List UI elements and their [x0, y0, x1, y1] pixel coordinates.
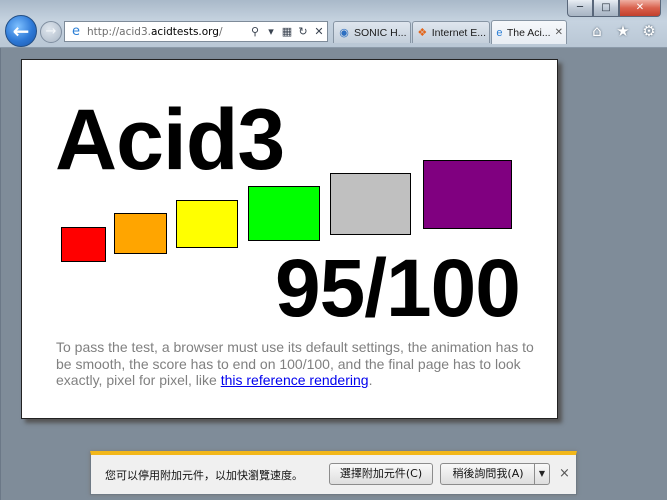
browser-viewport: Acid3 95/100 To pass the test, a browser… — [0, 48, 667, 500]
forward-arrow-icon: → — [45, 24, 57, 39]
home-icon[interactable]: ⌂ — [589, 22, 605, 40]
address-bar[interactable]: e http://acid3.acidtests.org/ ⚲ ▾ ▦ ↻ ✕ — [64, 21, 328, 42]
tab-sonic[interactable]: ◉ SONIC H... — [333, 21, 411, 43]
page-favicon-icon: e — [72, 23, 80, 39]
compatibility-view-icon[interactable]: ▦ — [281, 25, 293, 38]
command-icons: ⌂ ★ ⚙ — [589, 22, 657, 40]
score-display: 95/100 — [275, 243, 521, 334]
ie-logo-icon: e — [496, 26, 503, 39]
notification-dropdown-icon[interactable]: ▼ — [534, 463, 550, 485]
search-icon[interactable]: ⚲ — [249, 25, 261, 38]
minimize-button[interactable]: ─ — [567, 0, 593, 17]
dropdown-arrow-icon[interactable]: ▾ — [265, 25, 277, 38]
maximize-button[interactable]: □ — [593, 0, 619, 17]
window-caption-buttons: ─ □ ✕ — [567, 0, 661, 17]
page-title: Acid3 — [55, 92, 285, 188]
reference-rendering-link[interactable]: this reference rendering — [221, 372, 369, 388]
close-window-button[interactable]: ✕ — [619, 0, 661, 17]
acid3-page: Acid3 95/100 To pass the test, a browser… — [21, 59, 558, 419]
tab-acid3[interactable]: e The Aci... ✕ — [491, 20, 567, 44]
bucket-purple — [423, 160, 512, 229]
stop-icon[interactable]: ✕ — [313, 25, 325, 38]
ask-later-button[interactable]: 稍後詢問我(A) — [440, 463, 536, 485]
notification-bar: 您可以停用附加元件，以加快瀏覽速度。 選擇附加元件(C) 稍後詢問我(A) ▼ … — [90, 451, 577, 495]
bucket-orange — [114, 213, 167, 254]
bucket-yellow — [176, 200, 238, 248]
back-button[interactable]: ← — [5, 15, 37, 47]
forward-button[interactable]: → — [40, 21, 62, 43]
close-tab-icon[interactable]: ✕ — [555, 27, 563, 38]
notification-message: 您可以停用附加元件，以加快瀏覽速度。 — [105, 469, 303, 482]
tab-label: The Aci... — [506, 26, 551, 39]
address-url[interactable]: http://acid3.acidtests.org/ — [87, 26, 247, 38]
tab-internet-explorer[interactable]: ❖ Internet E... — [412, 21, 490, 43]
tools-gear-icon[interactable]: ⚙ — [641, 22, 657, 40]
choose-addons-button[interactable]: 選擇附加元件(C) — [329, 463, 433, 485]
back-arrow-icon: ← — [12, 19, 30, 43]
windows-flag-icon: ❖ — [417, 26, 428, 39]
tab-label: SONIC H... — [354, 26, 407, 39]
tab-label: Internet E... — [431, 26, 486, 39]
bucket-lime — [248, 186, 320, 241]
refresh-icon[interactable]: ↻ — [297, 25, 309, 38]
browser-toolbar: ─ □ ✕ ← → e http://acid3.acidtests.org/ … — [0, 0, 667, 48]
bucket-silver — [330, 173, 411, 235]
instructions-text: To pass the test, a browser must use its… — [56, 339, 534, 388]
favorites-star-icon[interactable]: ★ — [615, 22, 631, 40]
globe-icon: ◉ — [339, 26, 349, 39]
bucket-red — [61, 227, 106, 262]
close-notification-icon[interactable]: × — [559, 466, 570, 481]
